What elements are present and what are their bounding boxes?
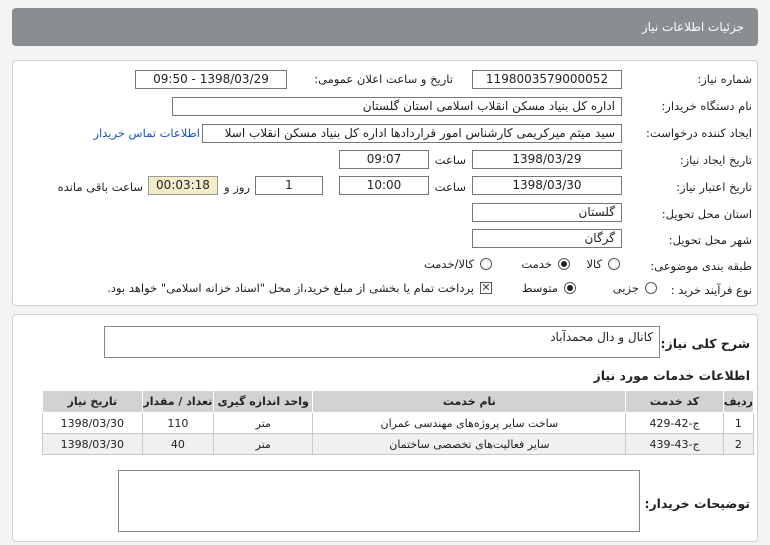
- province-field: گلستان: [472, 203, 622, 222]
- unit: متر: [213, 412, 314, 434]
- validity-time-field: 10:00: [339, 176, 429, 195]
- need-number-field: 1198003579000052: [472, 70, 622, 89]
- treasury-payment-checkbox[interactable]: ✕: [480, 282, 492, 294]
- quantity: 40: [141, 433, 215, 455]
- announce-field: 1398/03/29 - 09:50: [135, 70, 287, 89]
- buyer-notes-field: [118, 470, 640, 532]
- row-number: 2: [722, 433, 755, 455]
- summary-field: کانال و دال محمدآباد: [104, 326, 660, 358]
- city-field: گرگان: [472, 229, 622, 248]
- process-option-minor: جزیی: [612, 281, 639, 295]
- col-row-number: ردیف: [722, 390, 755, 413]
- category-option-goods: کالا: [586, 257, 602, 271]
- buyer-org-field: اداره کل بنیاد مسکن انقلاب اسلامی استان …: [172, 97, 622, 116]
- col-service-name: نام خدمت: [312, 390, 627, 413]
- category-radio-goods-service[interactable]: [480, 258, 492, 270]
- created-date-label: تاریخ ایجاد نیاز:: [679, 153, 752, 167]
- table-row: 1 ج-42-429 ساخت سایر پروژه‌های مهندسی عم…: [42, 412, 755, 434]
- summary-label: شرح کلی نیاز:: [660, 336, 750, 351]
- col-service-code: کد خدمت: [625, 390, 724, 413]
- page-header: جزئیات اطلاعات نیاز: [12, 8, 758, 46]
- remaining-label: ساعت باقی مانده: [57, 180, 143, 194]
- validity-time-label: ساعت: [434, 180, 466, 194]
- col-need-date: تاریخ نیاز: [42, 390, 143, 413]
- service-name: ساخت سایر پروژه‌های مهندسی عمران: [312, 412, 627, 434]
- need-number-label: شماره نیاز:: [697, 72, 752, 86]
- announce-label: تاریخ و ساعت اعلان عمومی:: [314, 72, 453, 86]
- services-title: اطلاعات خدمات مورد نیاز: [593, 368, 751, 383]
- days-field: 1: [255, 176, 323, 195]
- quantity: 110: [141, 412, 215, 434]
- process-radio-medium[interactable]: [564, 282, 576, 294]
- validity-label: تاریخ اعتبار نیاز:: [676, 180, 752, 194]
- created-time-label: ساعت: [434, 153, 466, 167]
- row-number: 1: [722, 412, 755, 434]
- col-unit: واحد اندازه گیری: [213, 390, 314, 413]
- buyer-org-label: نام دستگاه خریدار:: [661, 99, 752, 113]
- created-time-field: 09:07: [339, 150, 429, 169]
- city-label: شهر محل تحویل:: [668, 233, 752, 247]
- province-label: استان محل تحویل:: [661, 207, 752, 221]
- service-code: ج-42-429: [625, 412, 724, 434]
- services-header-row: ردیف کد خدمت نام خدمت واحد اندازه گیری ت…: [42, 390, 755, 413]
- col-quantity: تعداد / مقدار: [141, 390, 215, 413]
- page-title: جزئیات اطلاعات نیاز: [641, 20, 744, 34]
- services-table: ردیف کد خدمت نام خدمت واحد اندازه گیری ت…: [42, 390, 755, 455]
- process-radio-minor[interactable]: [645, 282, 657, 294]
- category-option-service: خدمت: [521, 257, 552, 271]
- created-date-field: 1398/03/29: [472, 150, 622, 169]
- service-name: سایر فعالیت‌های تخصصی ساختمان: [312, 433, 627, 455]
- remaining-time-field: 00:03:18: [148, 176, 218, 195]
- unit: متر: [213, 433, 314, 455]
- creator-field: سید میثم میرکریمی کارشناس امور قراردادها…: [202, 124, 622, 143]
- need-date: 1398/03/30: [42, 433, 143, 455]
- contact-buyer-link[interactable]: اطلاعات تماس خریدار: [93, 126, 200, 140]
- validity-date-field: 1398/03/30: [472, 176, 622, 195]
- creator-label: ایجاد کننده درخواست:: [646, 126, 752, 140]
- treasury-payment-note: پرداخت تمام یا بخشی از مبلغ خرید،از محل …: [107, 281, 474, 295]
- table-row: 2 ج-43-439 سایر فعالیت‌های تخصصی ساختمان…: [42, 433, 755, 455]
- days-label: روز و: [224, 180, 250, 194]
- service-code: ج-43-439: [625, 433, 724, 455]
- category-label: طبقه بندی موضوعی:: [650, 259, 752, 273]
- need-date: 1398/03/30: [42, 412, 143, 434]
- process-label: نوع فرآیند خرید :: [670, 283, 752, 297]
- category-radio-goods[interactable]: [608, 258, 620, 270]
- buyer-notes-label: توضیحات خریدار:: [644, 496, 750, 511]
- category-option-goods-service: کالا/خدمت: [423, 257, 474, 271]
- process-option-medium: متوسط: [521, 281, 558, 295]
- category-radio-service[interactable]: [558, 258, 570, 270]
